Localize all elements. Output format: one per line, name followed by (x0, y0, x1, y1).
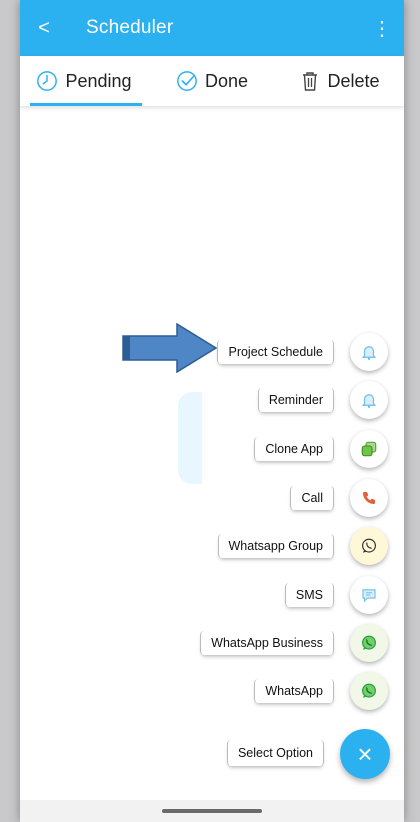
option-sms: SMS (284, 575, 388, 615)
close-icon: × (357, 738, 373, 769)
back-button[interactable]: < (20, 0, 68, 56)
arrow-pointer-icon (122, 323, 218, 373)
option-label[interactable]: Project Schedule (217, 340, 334, 364)
home-gesture-handle[interactable] (162, 809, 262, 813)
option-button[interactable] (350, 479, 388, 517)
tab-done-label: Done (204, 70, 249, 91)
phone-icon (363, 492, 375, 504)
whatsapp-icon (362, 683, 376, 698)
select-option-label[interactable]: Select Option (226, 740, 324, 766)
system-nav-bar (20, 800, 404, 822)
page-title: Scheduler (86, 17, 174, 38)
tab-delete-label: Delete (327, 70, 380, 91)
option-button[interactable] (350, 672, 388, 710)
message-icon (362, 589, 376, 603)
bell-icon (361, 346, 377, 360)
tab-pending[interactable]: Pending (20, 56, 148, 106)
close-fab-button[interactable]: × (340, 729, 390, 779)
check-circle-icon (177, 71, 197, 91)
option-label[interactable]: Whatsapp Group (217, 534, 334, 558)
option-button[interactable] (350, 333, 388, 371)
option-button[interactable] (350, 576, 388, 614)
option-whatsapp-business: WhatsApp Business (200, 623, 388, 663)
option-label[interactable]: Clone App (254, 437, 334, 461)
more-menu-button[interactable]: ⋮ (366, 0, 398, 56)
whatsapp-icon (362, 538, 376, 553)
option-button[interactable] (350, 381, 388, 419)
clone-icon (361, 441, 377, 457)
phone-screen: < Scheduler ⋮ Pending Done Delete Projec… (20, 0, 404, 822)
tab-done[interactable]: Done (148, 56, 276, 106)
option-clone-app: Clone App (254, 429, 388, 469)
option-label[interactable]: Reminder (257, 388, 334, 412)
option-button[interactable] (350, 624, 388, 662)
option-label[interactable]: WhatsApp Business (200, 631, 334, 655)
clock-icon (37, 71, 58, 91)
option-label[interactable]: Call (290, 486, 334, 510)
app-bar: < Scheduler ⋮ (20, 0, 404, 56)
option-button[interactable] (350, 527, 388, 565)
option-call: Call (290, 478, 388, 518)
dimmed-background-shape (178, 392, 202, 484)
option-whatsapp-group: Whatsapp Group (217, 526, 388, 566)
option-label[interactable]: WhatsApp (254, 679, 334, 703)
whatsapp-icon (362, 635, 376, 650)
option-project-schedule: Project Schedule (217, 332, 388, 372)
trash-icon (303, 72, 318, 91)
tab-pending-label: Pending (65, 70, 132, 91)
tab-delete[interactable]: Delete (276, 56, 404, 106)
option-reminder: Reminder (257, 380, 388, 420)
option-whatsapp: WhatsApp (254, 671, 388, 711)
more-vert-icon: ⋮ (372, 17, 392, 40)
tab-bar: Pending Done Delete (20, 56, 404, 106)
option-button[interactable] (350, 430, 388, 468)
bell-icon (361, 394, 377, 408)
back-arrow-icon: < (38, 16, 50, 39)
option-label[interactable]: SMS (284, 583, 334, 607)
